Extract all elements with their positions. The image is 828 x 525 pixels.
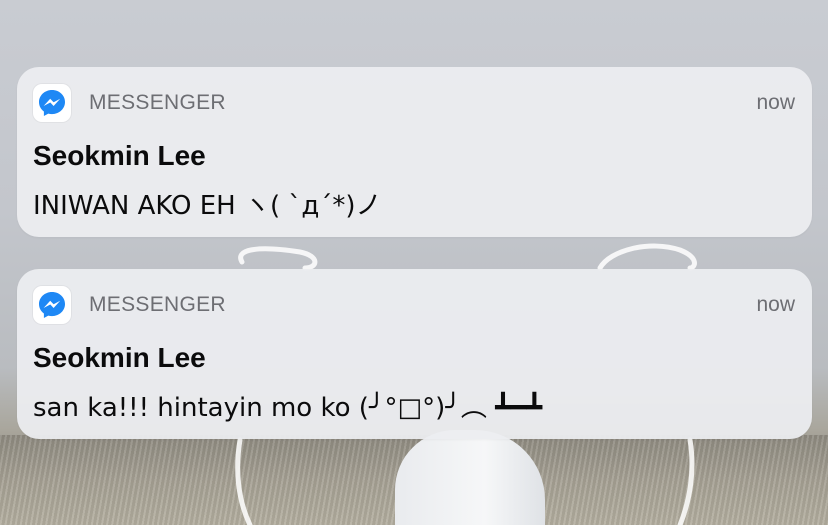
message-preview: INIWAN AKO EH ヽ( `д´*)ノ <box>33 191 382 221</box>
notification-card[interactable]: MESSENGER now Seokmin Lee INIWAN AKO EH … <box>17 67 812 237</box>
notification-time: now <box>756 91 795 114</box>
notification-time: now <box>756 293 795 316</box>
app-name: MESSENGER <box>89 293 226 316</box>
messenger-icon <box>33 84 71 122</box>
sender-name: Seokmin Lee <box>33 140 206 171</box>
app-name: MESSENGER <box>89 91 226 114</box>
messenger-icon <box>33 286 71 324</box>
notification-card[interactable]: MESSENGER now Seokmin Lee san ka!!! hint… <box>17 269 812 439</box>
message-preview: san ka!!! hintayin mo ko (╯°□°)╯︵ ┻━┻ <box>33 393 543 423</box>
sender-name: Seokmin Lee <box>33 342 206 373</box>
